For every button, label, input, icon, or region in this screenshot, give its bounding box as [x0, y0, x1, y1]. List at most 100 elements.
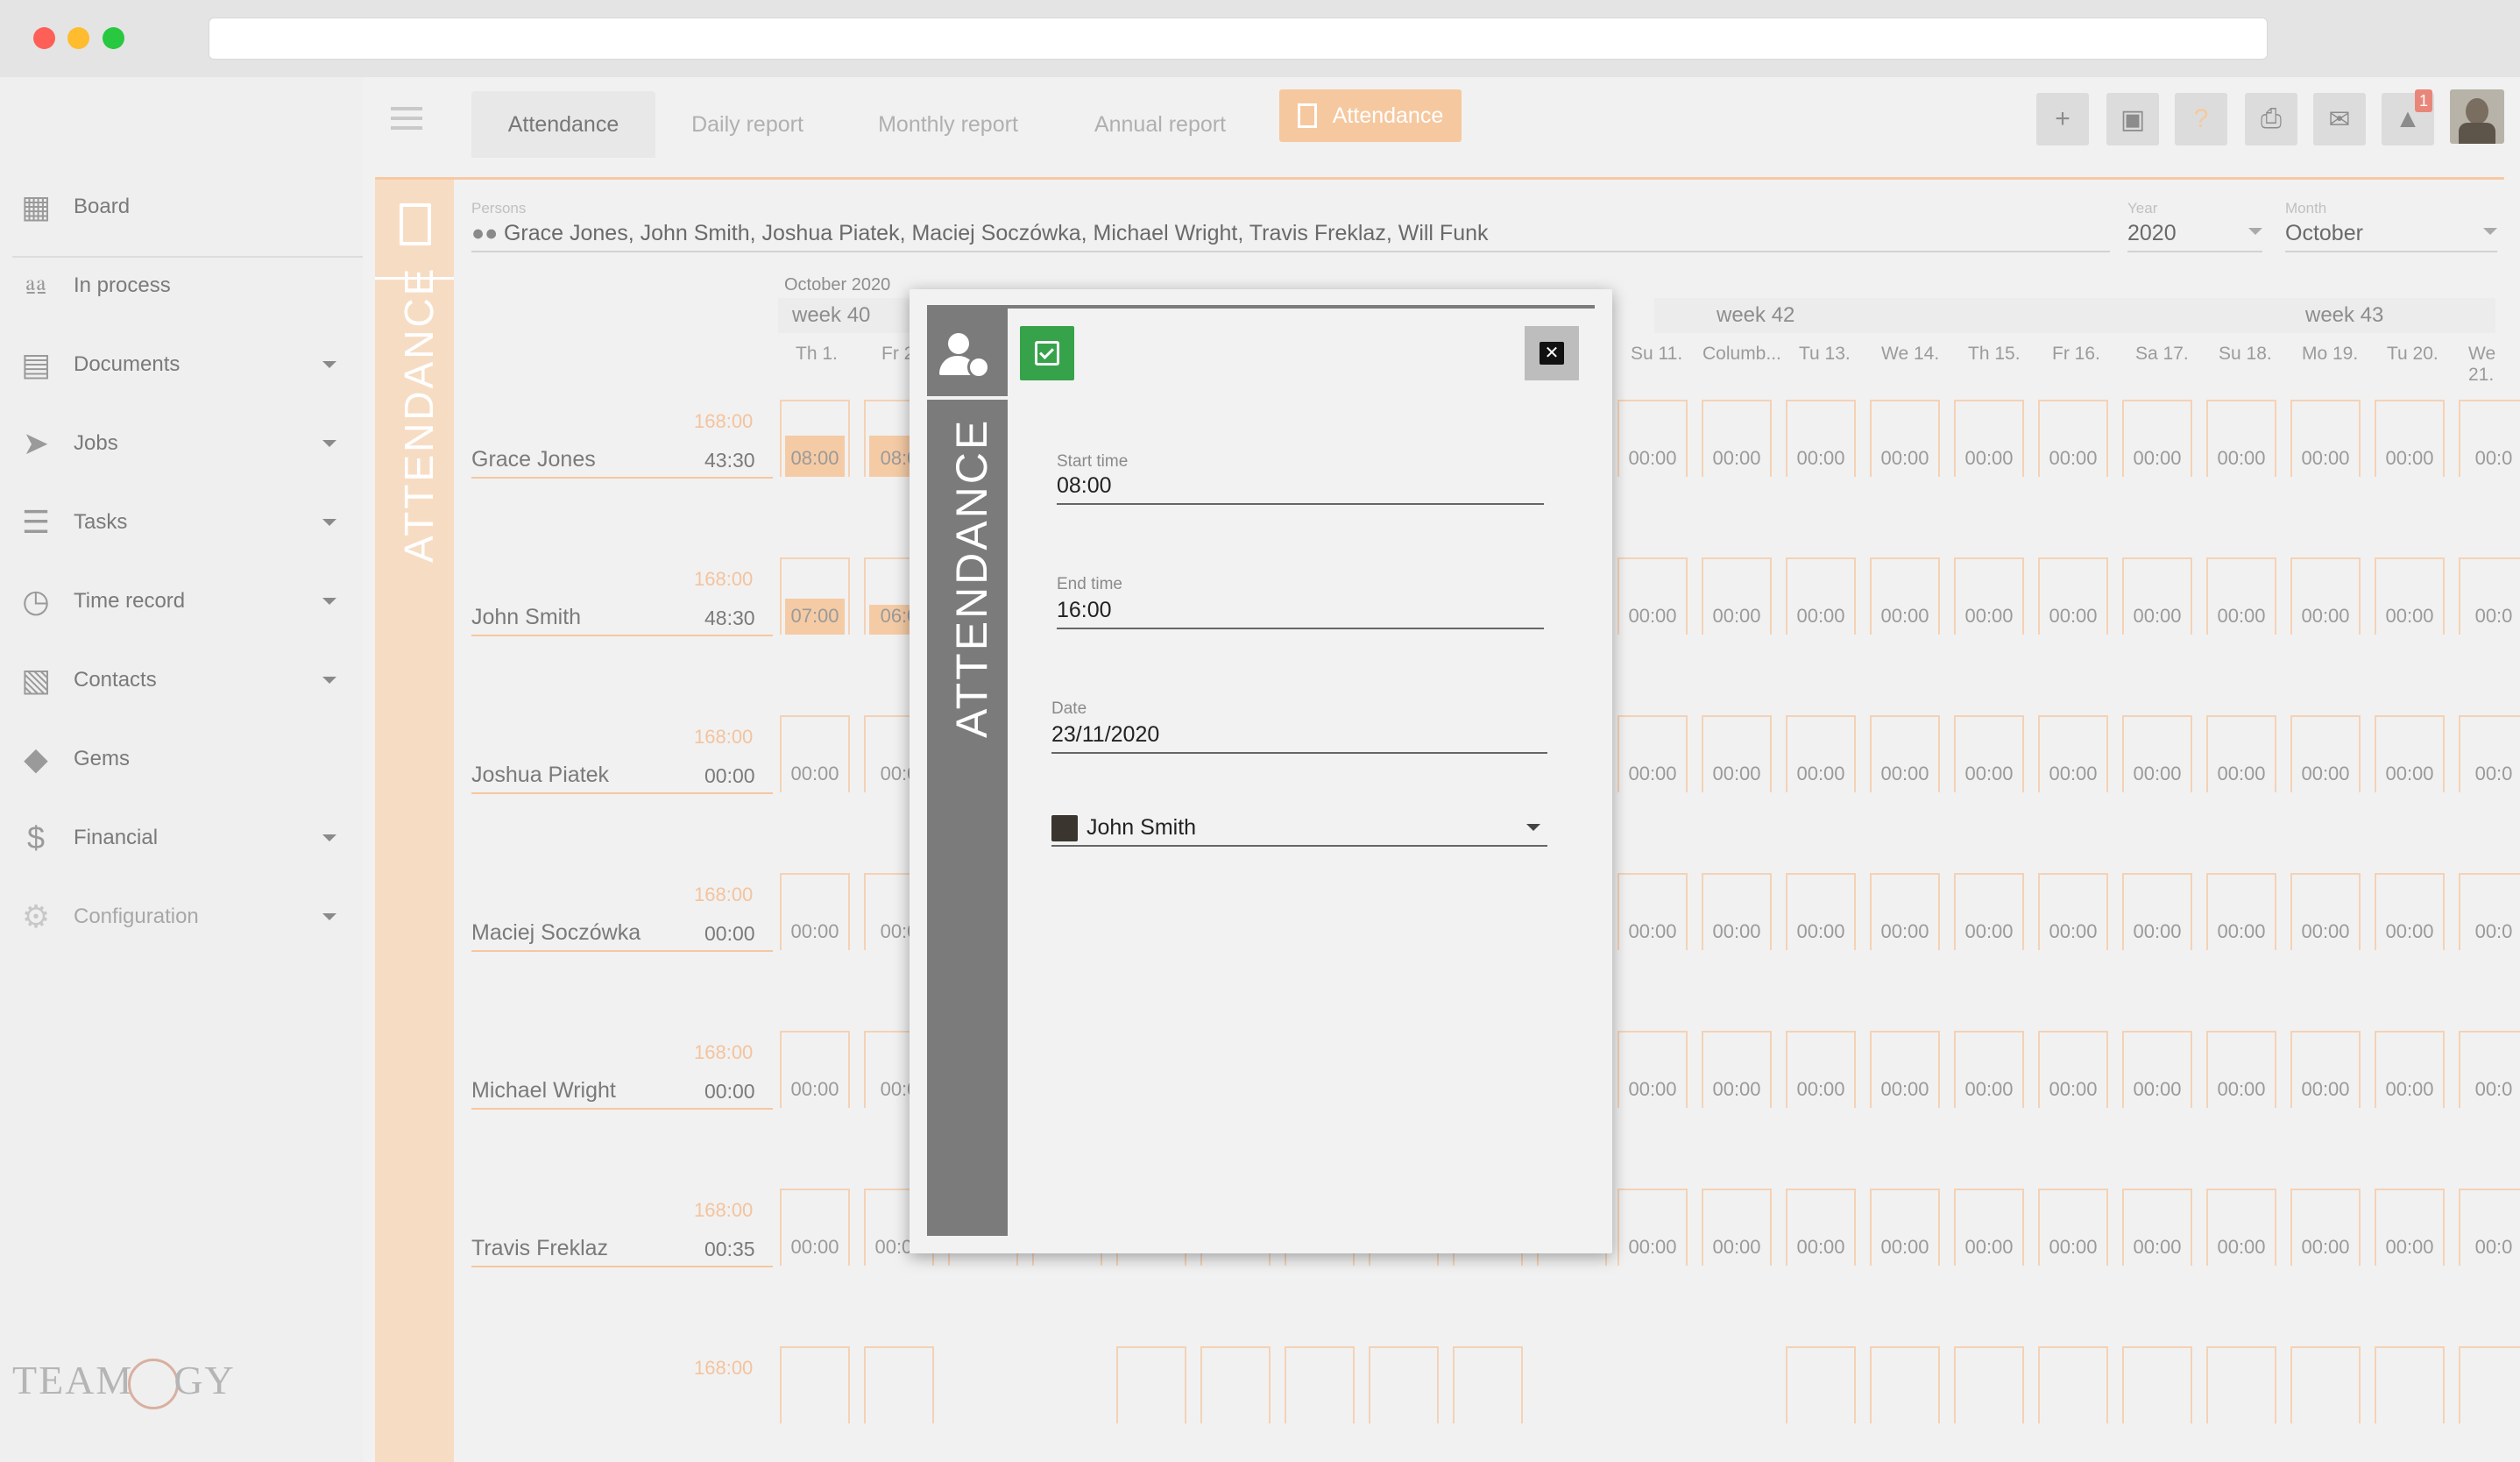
- end-time-input[interactable]: 16:00: [1057, 598, 1112, 623]
- close-window-dot[interactable]: [33, 27, 55, 49]
- add-icon[interactable]: +: [2036, 93, 2089, 145]
- attendance-cell[interactable]: 00:00: [1870, 557, 1940, 635]
- attendance-cell[interactable]: [1702, 1346, 1772, 1423]
- attendance-cell[interactable]: 00:00: [780, 1031, 850, 1108]
- attendance-cell[interactable]: 00:00: [1617, 400, 1688, 477]
- year-select[interactable]: 2020: [2127, 221, 2177, 246]
- attendance-cell[interactable]: 00:00: [1617, 715, 1688, 792]
- attendance-cell[interactable]: 00:00: [1870, 715, 1940, 792]
- attendance-cell[interactable]: 00:00: [1617, 873, 1688, 950]
- persons-field[interactable]: ●● Grace Jones, John Smith, Joshua Piate…: [471, 221, 1489, 246]
- attendance-cell[interactable]: 00:00: [2206, 557, 2276, 635]
- attendance-cell[interactable]: [1954, 1346, 2024, 1423]
- attendance-cell[interactable]: 00:00: [1870, 873, 1940, 950]
- attendance-cell[interactable]: 00:00: [2206, 1031, 2276, 1108]
- attendance-cell[interactable]: 00:0: [2459, 715, 2520, 792]
- month-select[interactable]: October: [2285, 221, 2363, 246]
- attendance-cell[interactable]: [1032, 1346, 1102, 1423]
- attendance-cell[interactable]: 00:00: [1870, 1189, 1940, 1266]
- attendance-cell[interactable]: 00:00: [1702, 873, 1772, 950]
- chevron-down-icon[interactable]: [322, 519, 336, 526]
- attendance-cell[interactable]: [2459, 1346, 2520, 1423]
- attendance-cell[interactable]: 00:0: [2459, 557, 2520, 635]
- close-modal-button[interactable]: ✕: [1525, 326, 1579, 380]
- hamburger-menu-icon[interactable]: [391, 107, 422, 131]
- sidebar-item-in-process[interactable]: ⎂ In process: [0, 259, 363, 312]
- attendance-cell[interactable]: 00:00: [1702, 715, 1772, 792]
- start-time-input[interactable]: 08:00: [1057, 473, 1112, 499]
- attendance-cell[interactable]: 00:00: [2038, 557, 2108, 635]
- attendance-cell[interactable]: 00:00: [2038, 1031, 2108, 1108]
- attendance-cell[interactable]: 00:00: [1954, 873, 2024, 950]
- attendance-cell[interactable]: 00:00: [1786, 1031, 1856, 1108]
- tab-attendance[interactable]: Attendance: [471, 91, 655, 158]
- attendance-cell[interactable]: 00:00: [1870, 400, 1940, 477]
- sidebar-item-financial[interactable]: $ Financial: [0, 812, 363, 864]
- chevron-down-icon[interactable]: [322, 440, 336, 447]
- attendance-cell[interactable]: [1200, 1346, 1271, 1423]
- attendance-cell[interactable]: [948, 1346, 1018, 1423]
- sidebar-item-documents[interactable]: ▤ Documents: [0, 338, 363, 391]
- attendance-cell[interactable]: 00:00: [1702, 1189, 1772, 1266]
- chevron-down-icon[interactable]: [322, 834, 336, 841]
- tab-annual-report[interactable]: Annual report: [1065, 91, 1255, 158]
- attendance-cell[interactable]: 00:00: [1786, 557, 1856, 635]
- attendance-cell[interactable]: 00:00: [1954, 400, 2024, 477]
- chat-icon[interactable]: ✉: [2313, 93, 2366, 145]
- attendance-cell[interactable]: 00:00: [2375, 715, 2445, 792]
- attendance-cell[interactable]: [1285, 1346, 1355, 1423]
- attendance-cell[interactable]: [1369, 1346, 1439, 1423]
- attendance-cell[interactable]: [2206, 1346, 2276, 1423]
- attendance-cell[interactable]: [1617, 1346, 1688, 1423]
- attendance-cell[interactable]: 00:00: [2122, 715, 2192, 792]
- attendance-cell[interactable]: 00:00: [2290, 400, 2361, 477]
- attendance-cell[interactable]: 00:00: [2038, 873, 2108, 950]
- attendance-button[interactable]: Attendance: [1279, 89, 1462, 142]
- attendance-cell[interactable]: 00:00: [2375, 557, 2445, 635]
- attendance-cell[interactable]: 00:00: [2206, 715, 2276, 792]
- attendance-cell[interactable]: 00:0: [2459, 1189, 2520, 1266]
- attendance-cell[interactable]: [864, 1346, 934, 1423]
- sidebar-item-jobs[interactable]: ➤ Jobs: [0, 417, 363, 470]
- attendance-cell[interactable]: 00:0: [2459, 873, 2520, 950]
- attendance-cell[interactable]: 00:00: [2290, 715, 2361, 792]
- attendance-cell[interactable]: 00:00: [1702, 1031, 1772, 1108]
- attendance-cell[interactable]: [2375, 1346, 2445, 1423]
- attendance-cell[interactable]: 00:00: [1786, 715, 1856, 792]
- attendance-cell[interactable]: 00:00: [2375, 400, 2445, 477]
- attendance-cell[interactable]: 00:00: [1786, 873, 1856, 950]
- attendance-cell[interactable]: 00:00: [1617, 1189, 1688, 1266]
- attendance-cell[interactable]: 00:00: [1702, 557, 1772, 635]
- attendance-cell[interactable]: 00:00: [2122, 557, 2192, 635]
- attendance-cell[interactable]: 08:00: [780, 400, 850, 477]
- attendance-cell[interactable]: 00:00: [1786, 1189, 1856, 1266]
- sidebar-item-configuration[interactable]: ⚙ Configuration: [0, 891, 363, 943]
- attendance-cell[interactable]: 00:00: [1870, 1031, 1940, 1108]
- attendance-cell[interactable]: [1116, 1346, 1186, 1423]
- attendance-cell[interactable]: 00:00: [2122, 400, 2192, 477]
- chevron-down-icon[interactable]: [322, 677, 336, 684]
- person-select[interactable]: John Smith: [1087, 815, 1196, 841]
- sidebar-item-time-record[interactable]: ◷ Time record: [0, 575, 363, 628]
- attendance-cell[interactable]: 00:00: [2375, 1031, 2445, 1108]
- attendance-cell[interactable]: 00:00: [780, 1189, 850, 1266]
- attendance-cell[interactable]: 00:00: [1954, 557, 2024, 635]
- sidebar-item-board[interactable]: ▦ Board: [0, 181, 363, 233]
- attendance-cell[interactable]: 00:00: [780, 715, 850, 792]
- date-input[interactable]: 23/11/2020: [1051, 722, 1159, 748]
- sidebar-item-contacts[interactable]: ▧ Contacts: [0, 654, 363, 706]
- attendance-cell[interactable]: 00:00: [1617, 1031, 1688, 1108]
- attendance-cell[interactable]: 00:00: [2375, 1189, 2445, 1266]
- attendance-cell[interactable]: 00:00: [2038, 400, 2108, 477]
- attendance-cell[interactable]: 00:00: [1617, 557, 1688, 635]
- help-icon[interactable]: ?: [2175, 93, 2227, 145]
- attendance-cell[interactable]: 00:00: [2290, 1031, 2361, 1108]
- attendance-cell[interactable]: 00:00: [2038, 1189, 2108, 1266]
- attendance-cell[interactable]: 00:00: [1954, 1189, 2024, 1266]
- attendance-cell[interactable]: 07:00: [780, 557, 850, 635]
- note-icon[interactable]: ▣: [2106, 93, 2159, 145]
- user-avatar[interactable]: [2450, 89, 2504, 144]
- attendance-cell[interactable]: 00:00: [2290, 873, 2361, 950]
- sidebar-item-tasks[interactable]: ☰ Tasks: [0, 496, 363, 549]
- attendance-cell[interactable]: 00:00: [1954, 715, 2024, 792]
